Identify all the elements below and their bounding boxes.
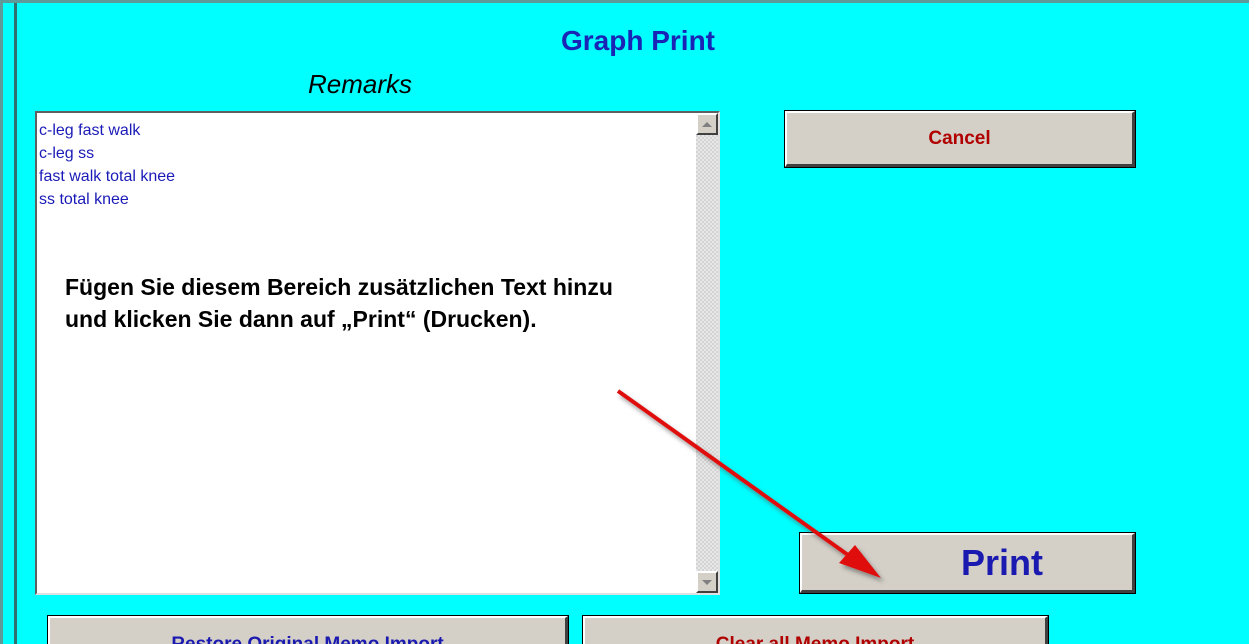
- annotation-line-1: Fügen Sie diesem Bereich zusätzlichen Te…: [65, 274, 613, 300]
- scroll-up-button[interactable]: [696, 113, 718, 135]
- scroll-up-arrow-icon: [702, 121, 712, 127]
- memo-scrollbar[interactable]: [696, 113, 718, 593]
- memo-line: c-leg fast walk: [39, 122, 141, 139]
- window-title: Graph Print: [560, 25, 715, 56]
- window-left-frame: [3, 3, 17, 644]
- cancel-button[interactable]: Cancel: [784, 110, 1136, 168]
- scroll-down-button[interactable]: [696, 571, 718, 593]
- remarks-label: Remarks: [308, 69, 413, 99]
- scroll-down-arrow-icon: [702, 579, 712, 585]
- print-button[interactable]: Print: [799, 532, 1136, 594]
- memo-line: fast walk total knee: [39, 168, 176, 185]
- restore-original-memo-button[interactable]: Restore Original Memo Import: [47, 615, 569, 644]
- remarks-memo[interactable]: c-leg fast walk c-leg ss fast walk total…: [35, 111, 720, 595]
- memo-line: ss total knee: [39, 191, 129, 208]
- instruction-annotation: Fügen Sie diesem Bereich zusätzlichen Te…: [65, 271, 705, 335]
- annotation-line-2: und klicken Sie dann auf „Print“ (Drucke…: [65, 306, 537, 332]
- memo-line: c-leg ss: [39, 145, 95, 162]
- clear-all-memo-button[interactable]: Clear all Memo Import: [582, 615, 1049, 644]
- graph-print-window: Graph Print Remarks c-leg fast walk c-le…: [0, 0, 1249, 644]
- remarks-text[interactable]: c-leg fast walk c-leg ss fast walk total…: [39, 119, 694, 211]
